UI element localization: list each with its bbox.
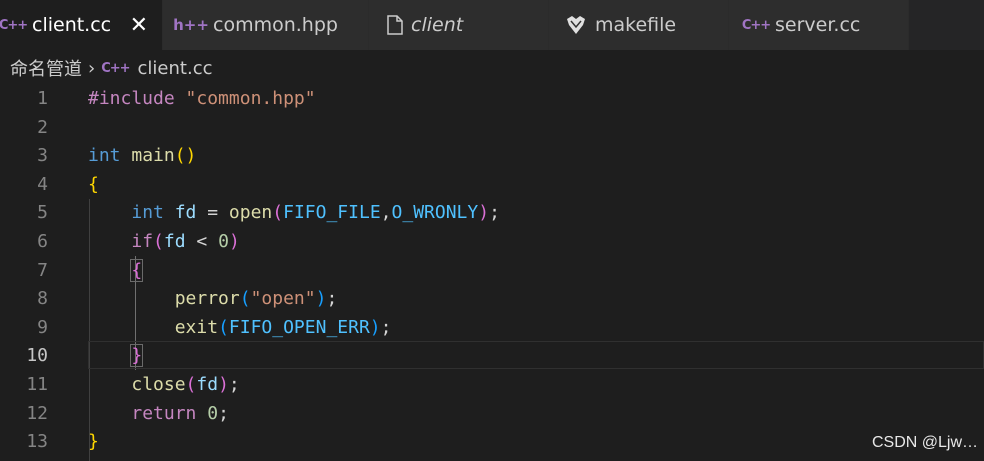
tab-label: common.hpp [213,14,338,36]
makefile-icon [565,15,587,35]
line-code: int fd = open(FIFO_FILE,O_WRONLY); [131,202,500,224]
code-line: 7 { [0,257,984,286]
line-code: #include "common.hpp" [88,88,316,109]
cpp-icon: C++ [741,17,771,33]
code-editor[interactable]: 1 #include "common.hpp" 2 3 int main() 4… [0,85,984,461]
line-number: 7 [37,259,48,281]
line-number: 10 [26,345,48,367]
line-number: 3 [37,145,48,167]
line-number: 2 [37,116,48,138]
tab-bar: C++ client.cc ✕ h++ common.hpp client ma… [0,0,984,50]
line-code: } [130,344,144,368]
code-line: 1 #include "common.hpp" [0,85,984,114]
code-line: 11 close(fd); [0,371,984,400]
line-code: return 0; [131,402,229,424]
line-number: 9 [37,316,48,338]
line-number: 8 [37,288,48,310]
line-code: { [88,173,99,195]
tab-server-cc[interactable]: C++ server.cc [729,0,909,50]
line-code: } [88,431,99,453]
tab-label: makefile [595,14,677,36]
header-icon: h++ [173,16,209,34]
tab-bar-empty [909,0,984,50]
close-icon[interactable]: ✕ [130,13,148,38]
tab-client-cc[interactable]: C++ client.cc ✕ [0,0,163,50]
breadcrumb-folder[interactable]: 命名管道 [10,55,82,81]
line-number: 12 [26,402,48,424]
tab-common-hpp[interactable]: h++ common.hpp [163,0,369,50]
line-number: 1 [37,88,48,109]
line-number: 13 [26,431,48,453]
line-number: 4 [37,173,48,195]
code-line: 3 int main() [0,142,984,171]
line-code: if(fd < 0) [131,231,240,252]
code-line: 6 if(fd < 0) [0,228,984,257]
code-line: 2 [0,114,984,143]
breadcrumb-file[interactable]: client.cc [138,58,213,79]
tab-client[interactable]: client [369,0,549,50]
code-line: 4 { [0,171,984,200]
line-number: 5 [37,202,48,224]
breadcrumb: 命名管道 › C++ client.cc [0,52,212,84]
chevron-right-icon: › [88,57,96,79]
current-line-highlight [88,341,984,370]
cpp-icon: C++ [0,17,28,33]
line-code: close(fd); [131,374,240,395]
line-code: perror("open"); [174,288,338,310]
code-line: 5 int fd = open(FIFO_FILE,O_WRONLY); [0,199,984,228]
code-line-current: 10 } [0,341,984,371]
code-line: 12 return 0; [0,400,984,429]
watermark: CSDN @Ljw… [871,434,978,451]
tab-label: client.cc [32,14,112,36]
line-number: 11 [26,374,48,395]
line-code: int main() [88,145,197,167]
code-line: 9 exit(FIFO_OPEN_ERR); [0,314,984,343]
code-line: 8 perror("open"); [0,285,984,314]
tab-label: client [411,14,464,36]
line-number: 6 [37,231,48,252]
line-code: exit(FIFO_OPEN_ERR); [174,316,392,338]
code-line: 13 } [0,428,984,457]
file-icon [387,15,403,35]
line-code: { [130,258,144,282]
tab-label: server.cc [775,14,861,36]
tab-makefile[interactable]: makefile [549,0,729,50]
cpp-icon: C++ [101,60,130,76]
